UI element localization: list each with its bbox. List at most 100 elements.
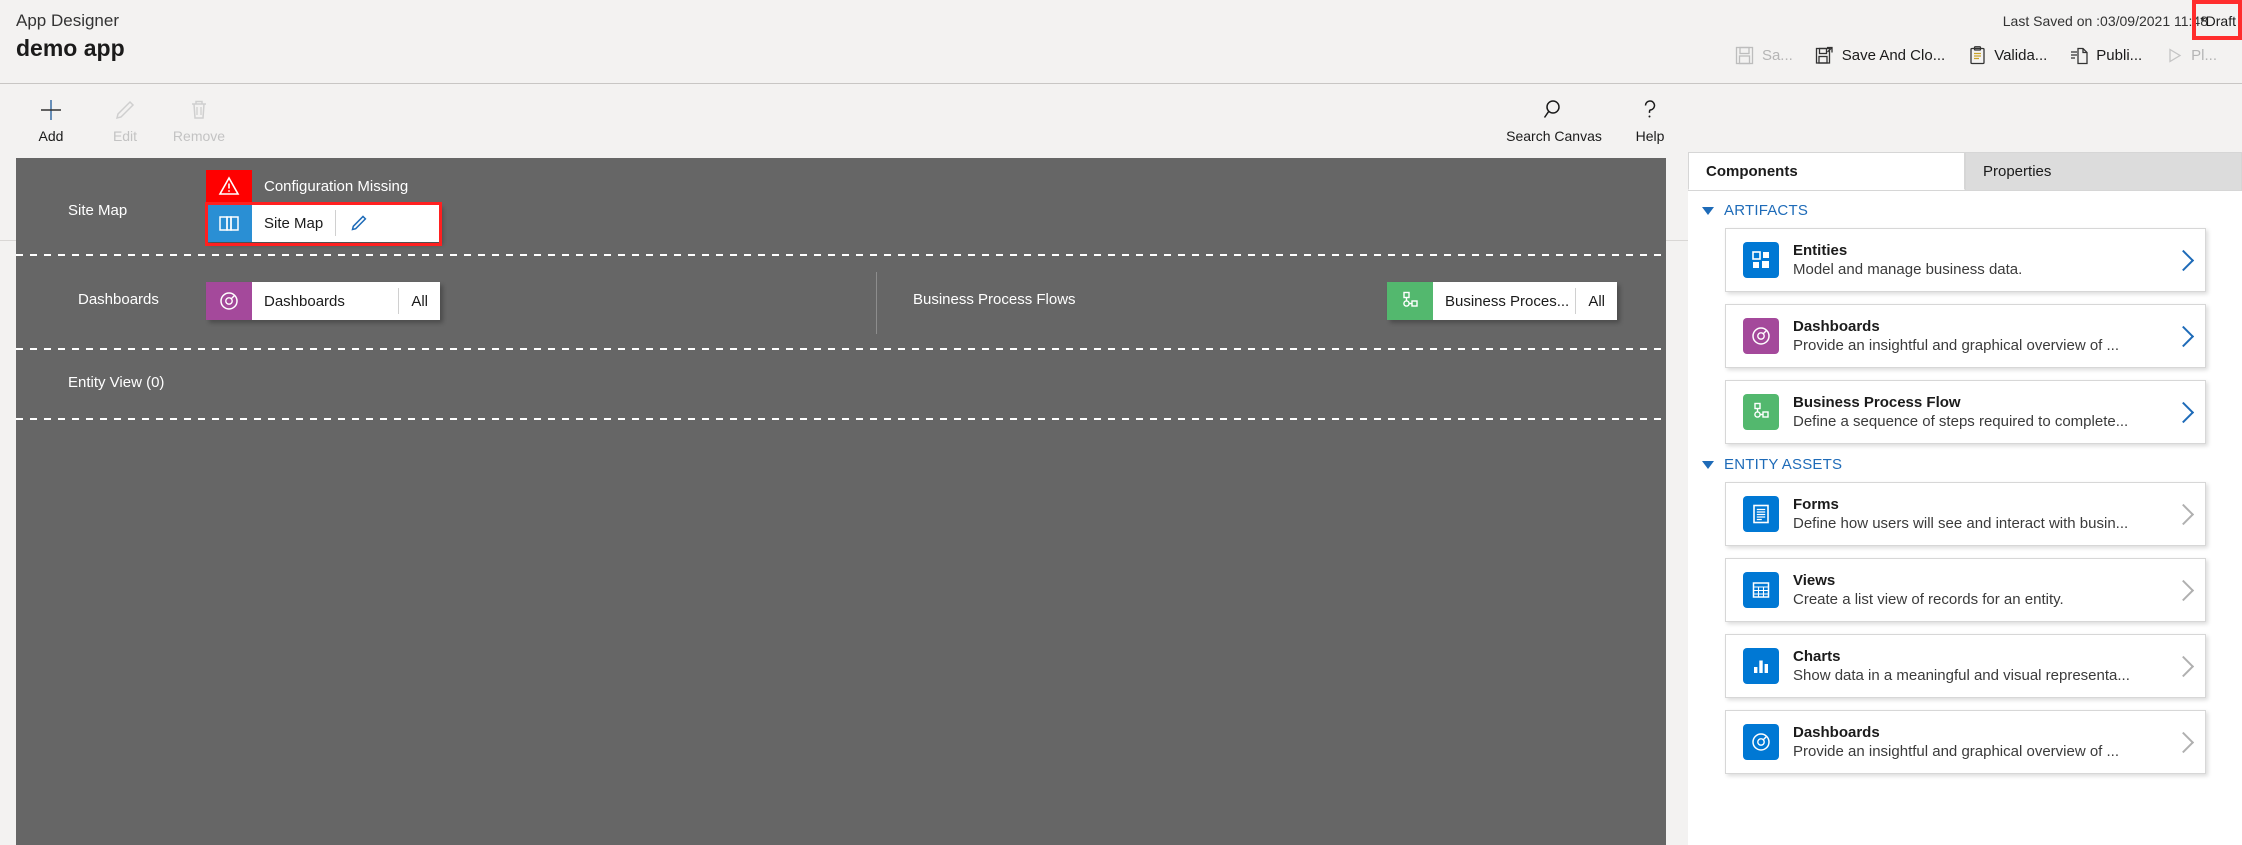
dashboards-tile[interactable]: Dashboards All <box>206 282 440 320</box>
card-description: Provide an insightful and graphical over… <box>1793 336 2120 354</box>
chevron-down-icon <box>1702 206 1714 215</box>
right-panel: Components Properties ARTIFACTS Entities <box>1688 152 2242 845</box>
canvas-empty-area[interactable] <box>16 420 1666 840</box>
entities-grid-icon <box>1743 242 1779 278</box>
dashboard-gauge-icon <box>206 282 252 320</box>
section-entity-assets: ENTITY ASSETS Forms Define how users wil… <box>1688 456 2242 774</box>
save-and-close-button[interactable]: Save And Clo... <box>1804 38 1956 72</box>
pencil-icon <box>112 97 138 123</box>
form-document-icon <box>1743 496 1779 532</box>
component-card-dashboards[interactable]: Dashboards Provide an insightful and gra… <box>1725 304 2206 368</box>
chevron-right-icon <box>2161 579 2205 601</box>
add-button-label: Add <box>38 128 64 144</box>
validate-clipboard-icon <box>1967 45 1987 65</box>
page-title: demo app <box>16 35 125 61</box>
views-table-icon <box>1743 572 1779 608</box>
entity-assets-card-list: Forms Define how users will see and inte… <box>1688 482 2242 774</box>
save-button[interactable]: Sa... <box>1724 38 1804 72</box>
component-card-dashboards-entity[interactable]: Dashboards Provide an insightful and gra… <box>1725 710 2206 774</box>
card-description: Provide an insightful and graphical over… <box>1793 742 2120 760</box>
dashboard-gauge-icon <box>1743 318 1779 354</box>
canvas-row-sitemap[interactable]: Site Map Configuration Missing Site Map <box>16 158 1666 254</box>
edit-button-label: Edit <box>112 128 138 144</box>
sitemap-row-label: Site Map <box>68 202 128 219</box>
process-flow-icon <box>1387 282 1433 320</box>
bpf-tile-scope: All <box>1588 292 1605 310</box>
last-saved-text: Last Saved on :03/09/2021 11:48 <box>2002 13 2208 29</box>
dashboards-tile-name: Dashboards <box>264 292 345 310</box>
right-panel-tabs: Components Properties <box>1688 152 2242 191</box>
bpf-tile-name: Business Proces... <box>1445 292 1570 310</box>
chevron-right-icon <box>2161 731 2205 753</box>
tab-properties[interactable]: Properties <box>1965 152 2242 190</box>
validate-button-label: Valida... <box>1994 46 2048 64</box>
search-canvas-button[interactable]: Search Canvas <box>1495 90 1613 144</box>
card-title: Business Process Flow <box>1793 393 1961 411</box>
save-icon <box>1735 45 1755 65</box>
save-and-close-label: Save And Clo... <box>1841 46 1946 64</box>
canvas-toolbar: Add Edit Remove Search Canvas Help <box>0 84 2242 241</box>
section-entity-assets-title: ENTITY ASSETS <box>1724 456 1843 473</box>
publish-button[interactable]: Publi... <box>2058 38 2153 72</box>
component-card-business-process-flow[interactable]: Business Process Flow Define a sequence … <box>1725 380 2206 444</box>
app-designer-window: App Designer demo app Last Saved on :03/… <box>0 0 2242 845</box>
component-card-charts[interactable]: Charts Show data in a meaningful and vis… <box>1725 634 2206 698</box>
section-artifacts-header[interactable]: ARTIFACTS <box>1688 202 2242 219</box>
card-description: Create a list view of records for an ent… <box>1793 590 2064 608</box>
play-icon <box>2164 45 2184 65</box>
product-name: App Designer <box>16 11 120 30</box>
add-button[interactable]: Add <box>14 90 88 144</box>
toolbar-left-group: Add Edit Remove <box>14 90 236 144</box>
chevron-right-icon <box>2161 325 2205 347</box>
card-body: Business Process Flow Define a sequence … <box>1793 393 2161 432</box>
play-button-label: Pl... <box>2191 46 2217 64</box>
play-button[interactable]: Pl... <box>2153 38 2228 72</box>
publish-button-label: Publi... <box>2096 46 2143 64</box>
card-body: Dashboards Provide an insightful and gra… <box>1793 317 2161 356</box>
section-artifacts: ARTIFACTS Entities Model and manage busi… <box>1688 202 2242 444</box>
card-title: Charts <box>1793 647 1841 665</box>
validate-button[interactable]: Valida... <box>1956 38 2058 72</box>
help-button[interactable]: Help <box>1613 90 1687 144</box>
tab-properties-label: Properties <box>1983 163 2052 180</box>
card-body: Entities Model and manage business data. <box>1793 241 2161 280</box>
business-process-flow-tile[interactable]: Business Proces... All <box>1387 282 1617 320</box>
artifacts-card-list: Entities Model and manage business data.… <box>1688 228 2242 444</box>
trash-icon <box>186 97 212 123</box>
status-badge: *Draft <box>2200 13 2236 29</box>
bpf-row-label: Business Process Flows <box>913 291 1076 308</box>
warning-triangle-icon <box>206 170 252 202</box>
component-card-views[interactable]: Views Create a list view of records for … <box>1725 558 2206 622</box>
sitemap-tile-group[interactable]: Configuration Missing Site Map <box>205 170 442 246</box>
component-card-entities[interactable]: Entities Model and manage business data. <box>1725 228 2206 292</box>
card-title: Dashboards <box>1793 317 1880 335</box>
canvas-row-entity-view[interactable]: Entity View (0) <box>16 350 1666 418</box>
sitemap-tile-highlight <box>205 202 442 246</box>
card-title: Entities <box>1793 241 1848 259</box>
chart-bar-icon <box>1743 648 1779 684</box>
configuration-missing-text: Configuration Missing <box>264 177 409 195</box>
command-bar: Sa... Save And Clo... Valida... Publi... <box>1724 38 2228 72</box>
tab-components[interactable]: Components <box>1688 152 1965 190</box>
canvas-row-dashboards[interactable]: Dashboards Dashboards All Business Proce… <box>16 256 1666 348</box>
card-title: Views <box>1793 571 1836 589</box>
card-title: Dashboards <box>1793 723 1880 741</box>
section-artifacts-title: ARTIFACTS <box>1724 202 1809 219</box>
chevron-right-icon <box>2161 249 2205 271</box>
entity-view-label: Entity View (0) <box>68 374 165 391</box>
configuration-missing-banner: Configuration Missing <box>206 170 440 202</box>
save-and-close-icon <box>1815 45 1835 65</box>
dashboards-tile-scope: All <box>411 292 428 310</box>
card-description: Show data in a meaningful and visual rep… <box>1793 666 2130 684</box>
component-card-forms[interactable]: Forms Define how users will see and inte… <box>1725 482 2206 546</box>
remove-button[interactable]: Remove <box>162 90 236 144</box>
edit-button[interactable]: Edit <box>88 90 162 144</box>
card-description: Define a sequence of steps required to c… <box>1793 412 2129 430</box>
chevron-down-icon <box>1702 460 1714 469</box>
section-entity-assets-header[interactable]: ENTITY ASSETS <box>1688 456 2242 473</box>
publish-icon <box>2069 45 2089 65</box>
card-title: Forms <box>1793 495 1839 513</box>
remove-button-label: Remove <box>172 128 226 144</box>
app-canvas[interactable]: Site Map Configuration Missing Site Map <box>16 158 1666 845</box>
tab-components-label: Components <box>1706 162 1798 180</box>
